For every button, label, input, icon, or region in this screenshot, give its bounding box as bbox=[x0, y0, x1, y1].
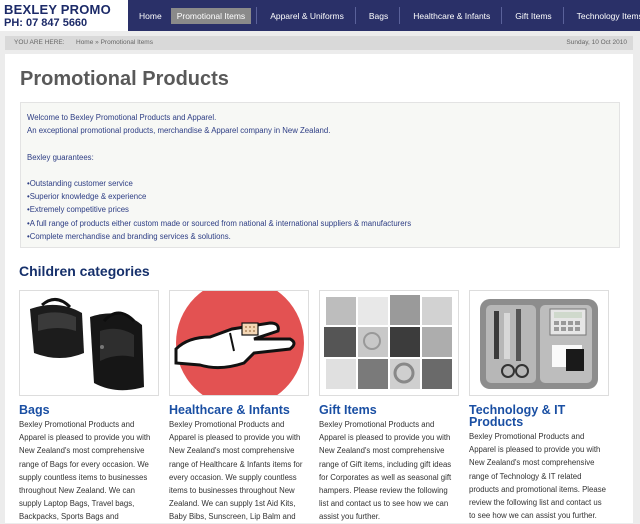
page-title: Promotional Products bbox=[20, 68, 229, 90]
nav-divider bbox=[256, 7, 258, 24]
healthcare-thumbnail[interactable] bbox=[169, 290, 309, 396]
bags-thumbnail[interactable] bbox=[19, 290, 159, 396]
nav-gift-items[interactable]: Gift Items bbox=[509, 8, 557, 24]
category-description: Bexley Promotional Products and Apparel … bbox=[469, 432, 606, 521]
breadcrumb-path: Home » Promotional Items bbox=[76, 36, 153, 50]
intro-box: Welcome to Bexley Promotional Products a… bbox=[20, 102, 620, 248]
gift-items-thumbnail[interactable] bbox=[319, 290, 459, 396]
breadcrumb-current: Promotional Items bbox=[100, 39, 153, 46]
breadcrumb-separator: » bbox=[95, 39, 99, 46]
backpack-photo-icon bbox=[20, 291, 158, 395]
category-title-gift-items[interactable]: Gift Items bbox=[319, 404, 459, 417]
category-title-technology[interactable]: Technology & IT Products bbox=[469, 404, 609, 429]
category-title-healthcare[interactable]: Healthcare & Infants bbox=[169, 404, 309, 417]
breadcrumb-home-link[interactable]: Home bbox=[76, 39, 93, 46]
bandage-photo-icon bbox=[170, 291, 308, 395]
nav-divider bbox=[399, 7, 401, 24]
site-logo[interactable]: BEXLEY PROMO PH: 07 847 5660 bbox=[0, 0, 128, 31]
nav-healthcare-infants[interactable]: Healthcare & Infants bbox=[407, 8, 496, 24]
guarantee-item: Complete merchandise and branding servic… bbox=[27, 230, 613, 243]
main-content: Promotional Products Welcome to Bexley P… bbox=[5, 54, 633, 523]
guarantees-list: Outstanding customer service Superior kn… bbox=[27, 177, 613, 243]
category-description: Bexley Promotional Products and Apparel … bbox=[319, 420, 452, 522]
children-categories-heading: Children categories bbox=[19, 263, 150, 279]
nav-divider bbox=[501, 7, 503, 24]
category-description: Bexley Promotional Products and Apparel … bbox=[19, 420, 151, 522]
technology-thumbnail[interactable] bbox=[469, 290, 609, 396]
current-date: Sunday, 10 Oct 2010 bbox=[566, 39, 627, 46]
gift-collage-photo-icon bbox=[320, 291, 458, 395]
category-card-technology: Technology & IT Products Bexley Promotio… bbox=[469, 290, 609, 522]
nav-divider bbox=[562, 7, 564, 24]
category-description: Bexley Promotional Products and Apparel … bbox=[169, 420, 303, 522]
breadcrumb-label: YOU ARE HERE: bbox=[14, 39, 65, 46]
guarantee-item: Outstanding customer service bbox=[27, 177, 613, 190]
nav-apparel-uniforms[interactable]: Apparel & Uniforms bbox=[264, 8, 350, 24]
category-card-healthcare: Healthcare & Infants Bexley Promotional … bbox=[169, 290, 309, 524]
guarantee-item: A full range of products either custom m… bbox=[27, 217, 613, 230]
category-card-bags: Bags Bexley Promotional Products and App… bbox=[19, 290, 159, 524]
nav-bags[interactable]: Bags bbox=[363, 8, 394, 24]
main-nav: Home Promotional Items Apparel & Uniform… bbox=[133, 0, 640, 31]
category-card-gift-items: Gift Items Bexley Promotional Products a… bbox=[319, 290, 459, 524]
guarantees-label: Bexley guarantees: bbox=[27, 152, 94, 162]
intro-line: An exceptional promotional products, mer… bbox=[27, 126, 331, 136]
category-title-bags[interactable]: Bags bbox=[19, 404, 159, 417]
guarantee-item: Superior knowledge & experience bbox=[27, 190, 613, 203]
nav-technology-items[interactable]: Technology Items bbox=[571, 8, 640, 24]
site-header: BEXLEY PROMO PH: 07 847 5660 Home Promot… bbox=[0, 0, 640, 31]
nav-home[interactable]: Home bbox=[133, 8, 168, 24]
intro-line: Welcome to Bexley Promotional Products a… bbox=[27, 113, 217, 122]
logo-name: BEXLEY PROMO bbox=[4, 2, 111, 17]
tech-kit-photo-icon bbox=[470, 291, 608, 395]
logo-phone: PH: 07 847 5660 bbox=[4, 17, 88, 29]
nav-promotional-items[interactable]: Promotional Items bbox=[170, 7, 252, 24]
guarantee-item: Extremely competitive prices bbox=[27, 203, 613, 216]
nav-divider bbox=[354, 7, 356, 24]
breadcrumb: YOU ARE HERE: Home » Promotional Items S… bbox=[5, 36, 633, 50]
